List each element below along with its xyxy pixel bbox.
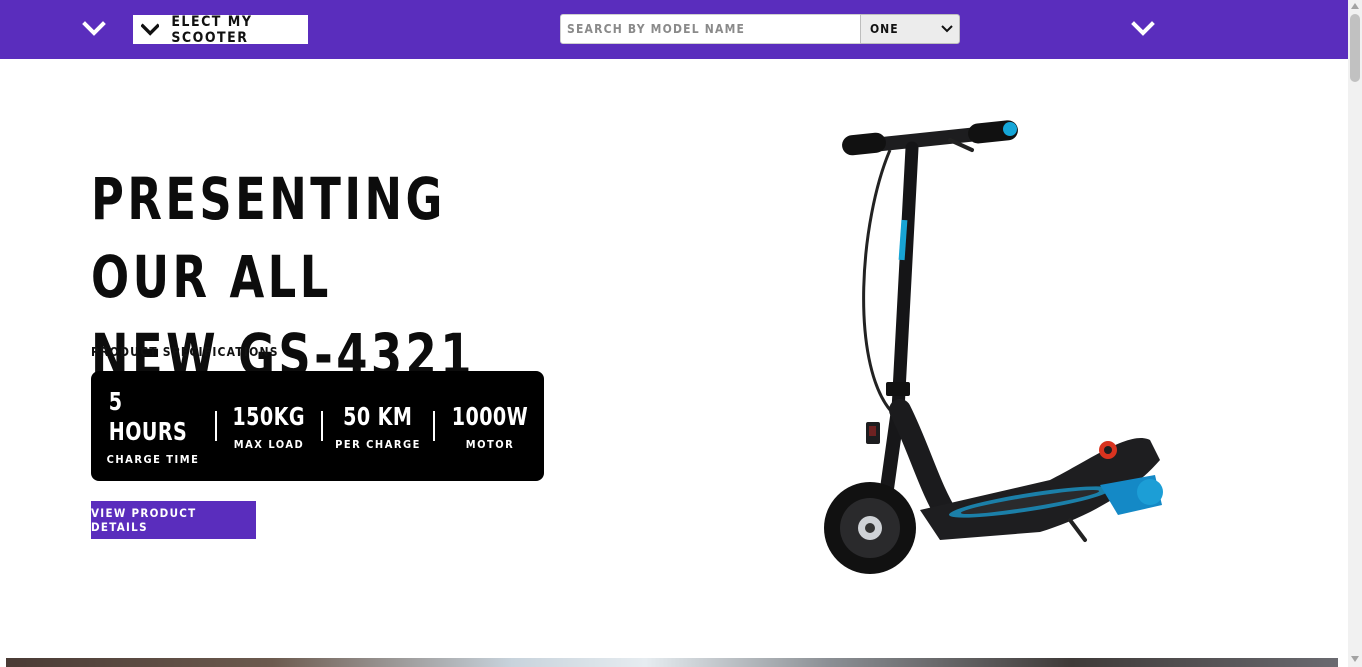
spec-motor: 1000W MOTOR <box>445 402 535 451</box>
spec-value: 5 HOURS <box>108 386 188 446</box>
scrollbar-thumb[interactable] <box>1350 14 1360 82</box>
specifications-heading: PRODUCT SPECIFICATIONS <box>91 345 279 359</box>
viewport: ELECT MY SCOOTER ONE PRESENTING OUR ALL … <box>0 0 1362 667</box>
view-product-details-button[interactable]: VIEW PRODUCT DETAILS <box>91 501 256 539</box>
spec-caption: MOTOR <box>465 437 515 451</box>
next-section-image-strip <box>6 658 1338 667</box>
brand-menu-button[interactable]: ELECT MY SCOOTER <box>133 13 308 46</box>
caret-down-icon <box>941 25 953 33</box>
top-navigation-bar: ELECT MY SCOOTER ONE <box>0 0 1348 59</box>
spec-divider <box>433 411 435 441</box>
spec-caption: CHARGE TIME <box>106 452 200 466</box>
spec-charge-time: 5 HOURS CHARGE TIME <box>101 387 205 466</box>
chevron-down-icon <box>141 22 160 36</box>
spec-caption: PER CHARGE <box>335 437 421 451</box>
spec-max-load: 150KG MAX LOAD <box>227 402 311 451</box>
spec-divider <box>215 411 217 441</box>
brand-label: ELECT MY SCOOTER <box>171 13 253 46</box>
search-input[interactable] <box>560 14 861 44</box>
spec-per-charge: 50 KM PER CHARGE <box>333 402 423 451</box>
scooter-product-image <box>824 120 1163 574</box>
scroll-up-icon[interactable] <box>1351 3 1359 9</box>
page-scrollbar[interactable] <box>1348 0 1362 667</box>
spec-divider <box>321 411 323 441</box>
model-select[interactable]: ONE <box>860 14 960 44</box>
spec-value: 50 KM <box>343 401 413 431</box>
chevron-down-icon[interactable] <box>82 18 106 40</box>
chevron-down-icon[interactable] <box>1131 18 1155 40</box>
spec-caption: MAX LOAD <box>233 437 305 451</box>
select-value: ONE <box>870 22 899 36</box>
spec-value: 1000W <box>451 401 529 431</box>
scroll-down-icon[interactable] <box>1351 656 1359 662</box>
hero-title-line-1: PRESENTING OUR ALL <box>91 165 446 311</box>
spec-value: 150KG <box>232 401 306 431</box>
specifications-card: 5 HOURS CHARGE TIME 150KG MAX LOAD 50 KM… <box>91 371 544 481</box>
